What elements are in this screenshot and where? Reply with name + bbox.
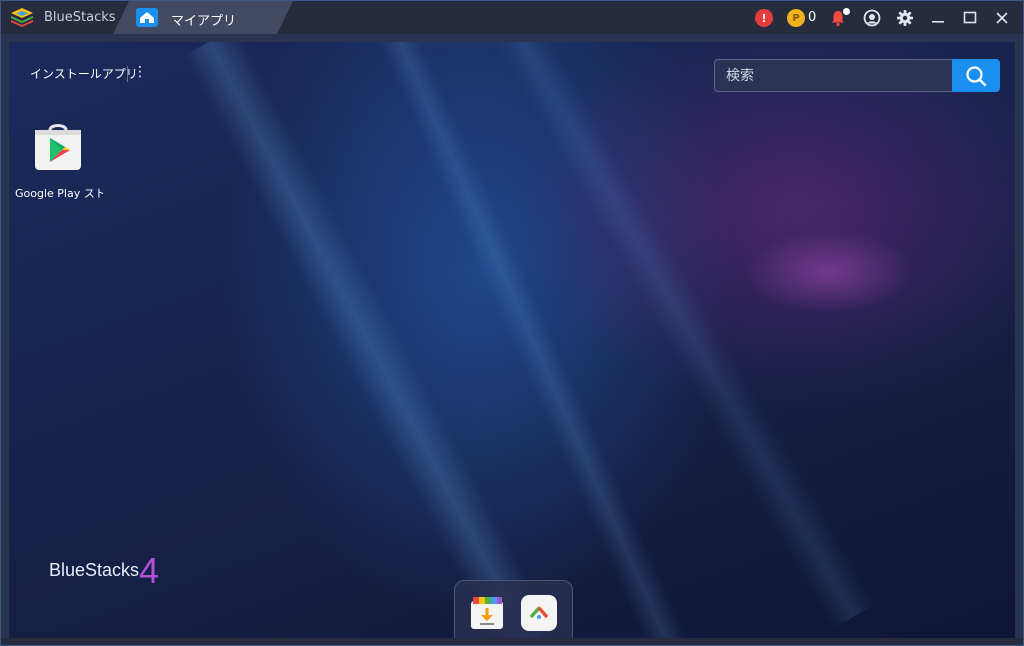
minimize-icon[interactable] [929, 9, 947, 27]
bluestacks-window: BlueStacks マイアプリ ! P 0 インストールアプリ ⋮ 検索 Go… [0, 0, 1024, 646]
game-center-icon [529, 606, 549, 619]
bluestacks-version-mark: 4 [139, 550, 160, 591]
dock-item-game-center[interactable] [521, 595, 557, 631]
app-name-label: Google Play スト [15, 187, 103, 200]
home-tab-label: BlueStacks [44, 10, 116, 25]
title-bar: BlueStacks マイアプリ ! P 0 [1, 1, 1023, 34]
search-button[interactable] [952, 59, 1000, 92]
coin-count: 0 [808, 10, 817, 25]
divider [127, 66, 128, 82]
tab-my-apps-label: マイアプリ [171, 14, 237, 29]
search-bar [714, 59, 1000, 92]
installed-apps-label: インストールアプリ [30, 67, 138, 81]
dock-item-app-center[interactable] [469, 595, 505, 631]
home-screen: インストールアプリ ⋮ Google Pl [9, 42, 1015, 638]
wallpaper-light-streak [182, 42, 556, 638]
home-icon [136, 8, 158, 27]
wallpaper-light-streak [368, 42, 690, 638]
maximize-icon[interactable] [961, 9, 979, 27]
account-icon[interactable] [863, 9, 881, 27]
google-play-store-icon [35, 124, 81, 170]
bluestacks-logo-icon [11, 8, 33, 27]
bottom-border [1, 638, 1023, 645]
more-options-button[interactable]: ⋮ [133, 63, 147, 81]
notification-dot [843, 8, 850, 15]
dock [454, 580, 573, 638]
coin-icon[interactable]: P [787, 9, 805, 27]
home-tab[interactable]: BlueStacks [1, 1, 129, 34]
app-center-icon [471, 597, 503, 629]
app-google-play-store[interactable]: Google Play スト [13, 114, 105, 204]
search-icon [966, 65, 987, 86]
close-icon[interactable] [993, 9, 1011, 27]
bluestacks-brand-text: BlueStacks [49, 560, 140, 580]
gear-icon[interactable] [896, 9, 914, 27]
search-input[interactable] [714, 59, 952, 92]
alert-icon[interactable]: ! [755, 9, 773, 27]
